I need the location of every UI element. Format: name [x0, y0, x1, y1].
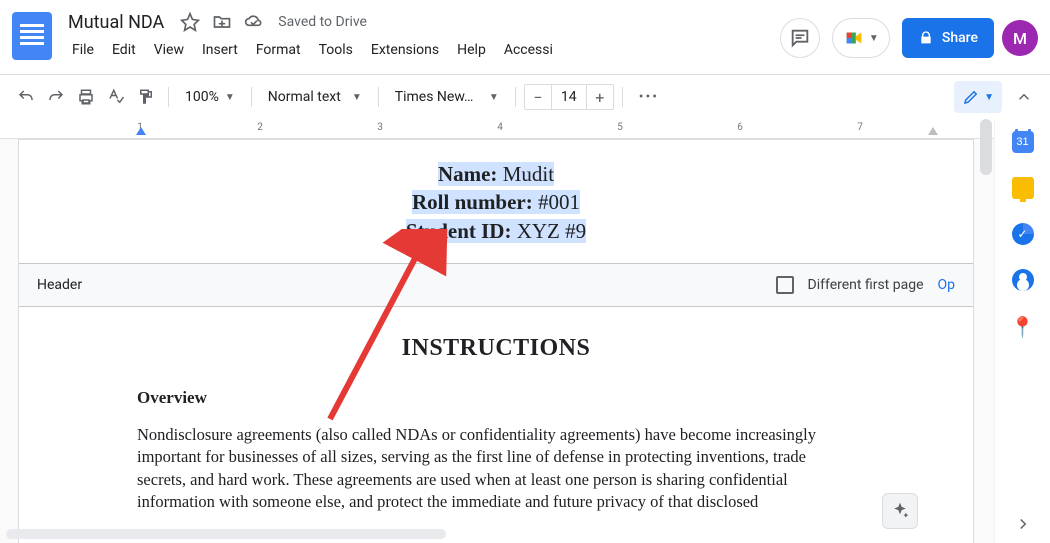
- body-heading: INSTRUCTIONS: [137, 335, 855, 362]
- contacts-icon[interactable]: [1012, 269, 1034, 291]
- account-avatar[interactable]: M: [1002, 20, 1038, 56]
- ruler-tick-label: 4: [497, 122, 503, 133]
- ruler-tick-label: 7: [857, 122, 863, 133]
- header-bar-label: Header: [37, 277, 82, 293]
- toolbar: 100%▼ Normal text▼ Times New…▼ − 14 + ••…: [0, 75, 1050, 119]
- editor-canvas[interactable]: 1 2 3 4 5 6 7 Name: Mudit Roll number: #…: [0, 119, 994, 543]
- ruler-tick-label: 6: [737, 122, 743, 133]
- side-panel: 31 📍: [994, 119, 1050, 543]
- meet-button[interactable]: ▼: [832, 18, 890, 58]
- font-dropdown[interactable]: Times New…▼: [387, 83, 507, 111]
- menu-accessibility[interactable]: Accessi: [496, 38, 561, 62]
- body-subheading: Overview: [137, 388, 855, 408]
- menu-view[interactable]: View: [146, 38, 192, 62]
- collapse-toolbar-icon[interactable]: [1010, 83, 1038, 111]
- explore-button[interactable]: [882, 493, 918, 529]
- font-increase-icon[interactable]: +: [587, 88, 613, 107]
- font-size-value[interactable]: 14: [551, 85, 587, 109]
- ruler-tick-label: 2: [257, 122, 263, 133]
- cloud-saved-icon[interactable]: [244, 12, 264, 32]
- share-label: Share: [942, 30, 978, 46]
- move-icon[interactable]: [212, 12, 232, 32]
- zoom-dropdown[interactable]: 100%▼: [177, 83, 243, 111]
- comments-icon[interactable]: [780, 18, 820, 58]
- tasks-icon[interactable]: [1012, 223, 1034, 245]
- star-icon[interactable]: [180, 12, 200, 32]
- ruler-tick-label: 3: [377, 122, 383, 133]
- header-options-bar: Header Different first page Op: [19, 263, 973, 307]
- ruler-tick-label: 5: [617, 122, 623, 133]
- redo-icon[interactable]: [42, 83, 70, 111]
- body-paragraph: Nondisclosure agreements (also called ND…: [137, 424, 855, 513]
- calendar-icon[interactable]: 31: [1012, 131, 1034, 153]
- menu-edit[interactable]: Edit: [104, 38, 144, 62]
- spellcheck-icon[interactable]: [102, 83, 130, 111]
- menu-insert[interactable]: Insert: [194, 38, 246, 62]
- menu-help[interactable]: Help: [449, 38, 494, 62]
- more-tools-icon[interactable]: •••: [631, 89, 667, 105]
- paragraph-style-dropdown[interactable]: Normal text▼: [260, 83, 370, 111]
- document-title[interactable]: Mutual NDA: [64, 10, 168, 35]
- menu-tools[interactable]: Tools: [311, 38, 361, 62]
- document-page[interactable]: Name: Mudit Roll number: #001 Student ID…: [18, 139, 974, 543]
- horizontal-ruler[interactable]: 1 2 3 4 5 6 7: [0, 119, 994, 139]
- undo-icon[interactable]: [12, 83, 40, 111]
- font-size-control[interactable]: − 14 +: [524, 84, 614, 110]
- menu-format[interactable]: Format: [248, 38, 309, 62]
- document-body[interactable]: INSTRUCTIONS Overview Nondisclosure agre…: [19, 307, 973, 513]
- show-side-panel-icon[interactable]: [1014, 515, 1032, 533]
- vertical-scrollbar[interactable]: [980, 119, 992, 543]
- print-icon[interactable]: [72, 83, 100, 111]
- paint-format-icon[interactable]: [132, 83, 160, 111]
- different-first-page-checkbox[interactable]: [776, 276, 794, 294]
- pencil-icon: [962, 88, 980, 106]
- menu-extensions[interactable]: Extensions: [363, 38, 447, 62]
- maps-icon[interactable]: 📍: [1010, 315, 1035, 339]
- editing-mode-dropdown[interactable]: ▼: [954, 81, 1002, 113]
- saved-status: Saved to Drive: [278, 14, 367, 30]
- horizontal-scrollbar[interactable]: [6, 529, 446, 539]
- keep-icon[interactable]: [1012, 177, 1034, 199]
- share-button[interactable]: Share: [902, 18, 994, 58]
- font-decrease-icon[interactable]: −: [525, 88, 551, 107]
- different-first-page-label: Different first page: [808, 277, 924, 293]
- menu-file[interactable]: File: [64, 38, 102, 62]
- header-area[interactable]: Name: Mudit Roll number: #001 Student ID…: [19, 140, 973, 263]
- lock-icon: [918, 30, 934, 46]
- header-options-link[interactable]: Op: [938, 277, 956, 293]
- docs-logo-icon[interactable]: [12, 12, 52, 60]
